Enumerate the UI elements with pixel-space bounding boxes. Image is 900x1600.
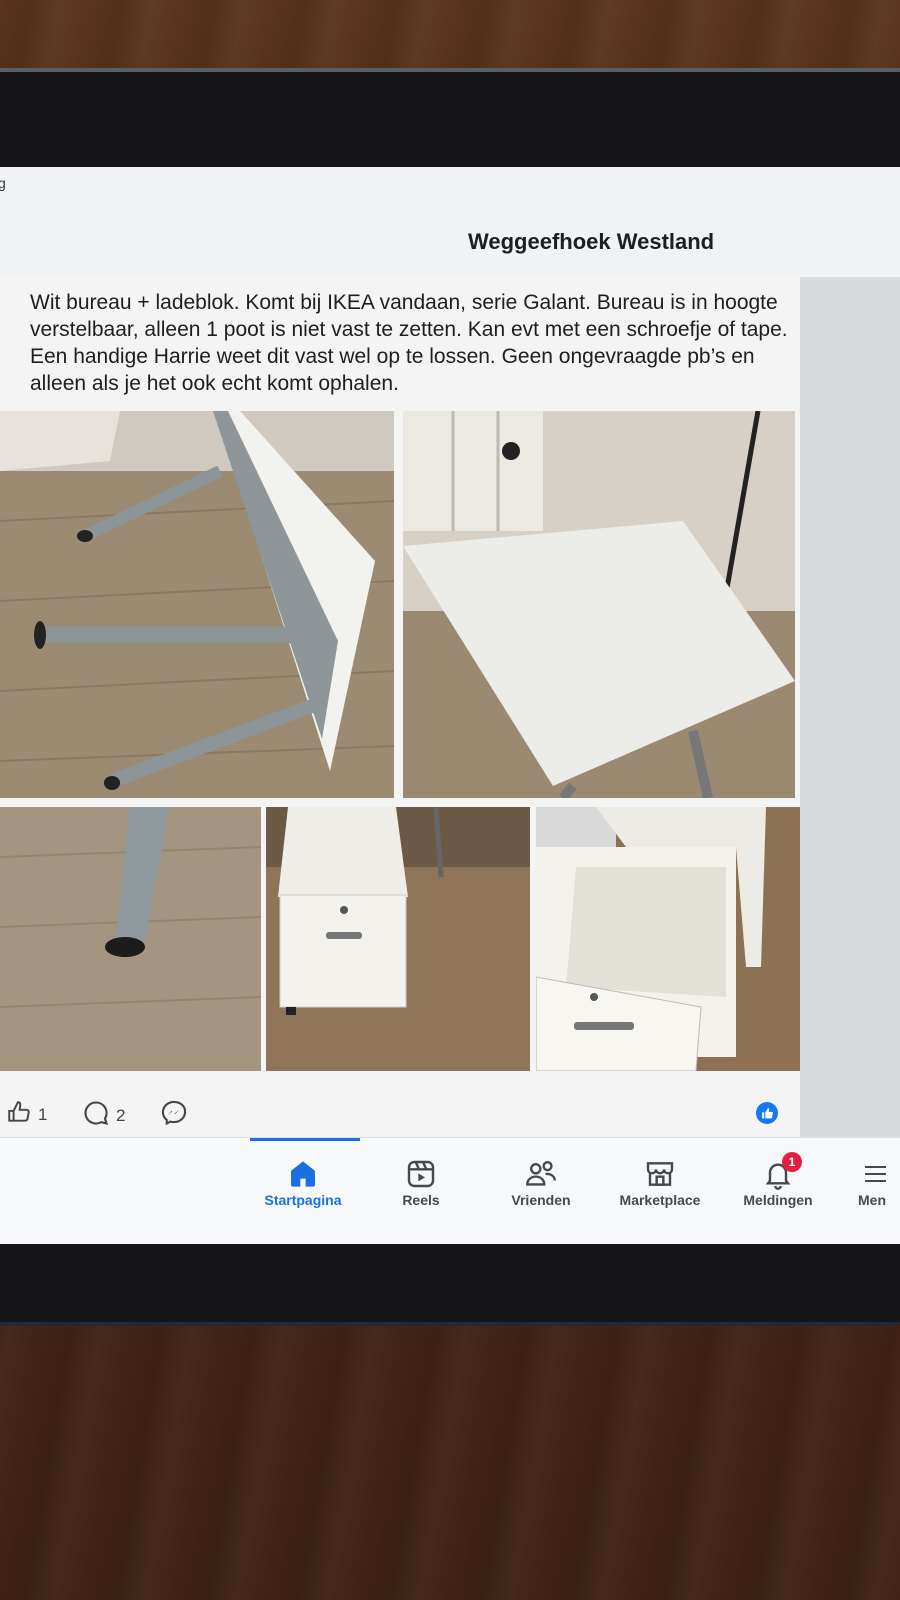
photo-drawer-open-image	[536, 807, 800, 1071]
reels-icon	[361, 1156, 481, 1192]
marketplace-icon	[600, 1156, 720, 1192]
comment-bubble-icon	[82, 1099, 110, 1132]
thumbs-up-icon	[6, 1099, 32, 1130]
photo-leg-foot-image	[0, 807, 261, 1071]
photo-drawer-closed[interactable]	[266, 807, 530, 1071]
nav-label-startpagina: Startpagina	[264, 1192, 342, 1208]
nav-startpagina[interactable]: Startpagina	[243, 1156, 363, 1208]
nav-menu[interactable]: Men	[820, 1156, 900, 1208]
bottom-navigation: Startpagina Reels Vrienden Marketplace 1…	[0, 1137, 900, 1244]
home-icon	[243, 1156, 363, 1192]
nav-marketplace[interactable]: Marketplace	[600, 1156, 720, 1208]
tablet-screen: g Weggeefhoek Westland Wit bureau + lade…	[0, 167, 900, 1244]
messenger-icon	[160, 1099, 188, 1132]
photo-desk-upright[interactable]	[403, 411, 795, 798]
comment-button[interactable]: 2	[82, 1099, 125, 1132]
nav-label-menu: Men	[858, 1192, 886, 1208]
photo-grid[interactable]	[0, 411, 800, 1081]
tablet-device: g Weggeefhoek Westland Wit bureau + lade…	[0, 68, 900, 1326]
group-name[interactable]: Weggeefhoek Westland	[468, 229, 714, 255]
cut-off-text: g	[0, 175, 6, 191]
nav-label-marketplace: Marketplace	[619, 1192, 701, 1208]
post-text: Wit bureau + ladeblok. Komt bij IKEA van…	[30, 291, 788, 395]
like-count: 1	[38, 1104, 48, 1124]
like-button[interactable]: 1	[6, 1099, 47, 1130]
nav-vrienden[interactable]: Vrienden	[481, 1156, 601, 1208]
messenger-share-button[interactable]	[160, 1099, 188, 1132]
like-reaction-icon	[756, 1102, 778, 1124]
photo-desk-legs[interactable]	[0, 411, 394, 798]
notification-badge: 1	[782, 1152, 802, 1172]
photo-desk-upright-image	[403, 411, 795, 798]
nav-label-reels: Reels	[402, 1192, 440, 1208]
photo-drawer-open[interactable]	[536, 807, 800, 1071]
comment-count: 2	[116, 1105, 126, 1125]
active-tab-indicator	[250, 1138, 360, 1141]
photo-drawer-closed-image	[266, 807, 530, 1071]
side-panel	[800, 277, 900, 1137]
photo-leg-foot[interactable]	[0, 807, 261, 1071]
menu-icon	[820, 1156, 900, 1192]
friends-icon	[481, 1156, 601, 1192]
group-header: g Weggeefhoek Westland	[0, 167, 900, 277]
nav-reels[interactable]: Reels	[361, 1156, 481, 1208]
nav-label-vrienden: Vrienden	[511, 1192, 571, 1208]
photo-desk-legs-image	[0, 411, 394, 798]
post-actions: 1 2	[0, 1082, 800, 1144]
post-card: Wit bureau + ladeblok. Komt bij IKEA van…	[0, 277, 800, 1144]
